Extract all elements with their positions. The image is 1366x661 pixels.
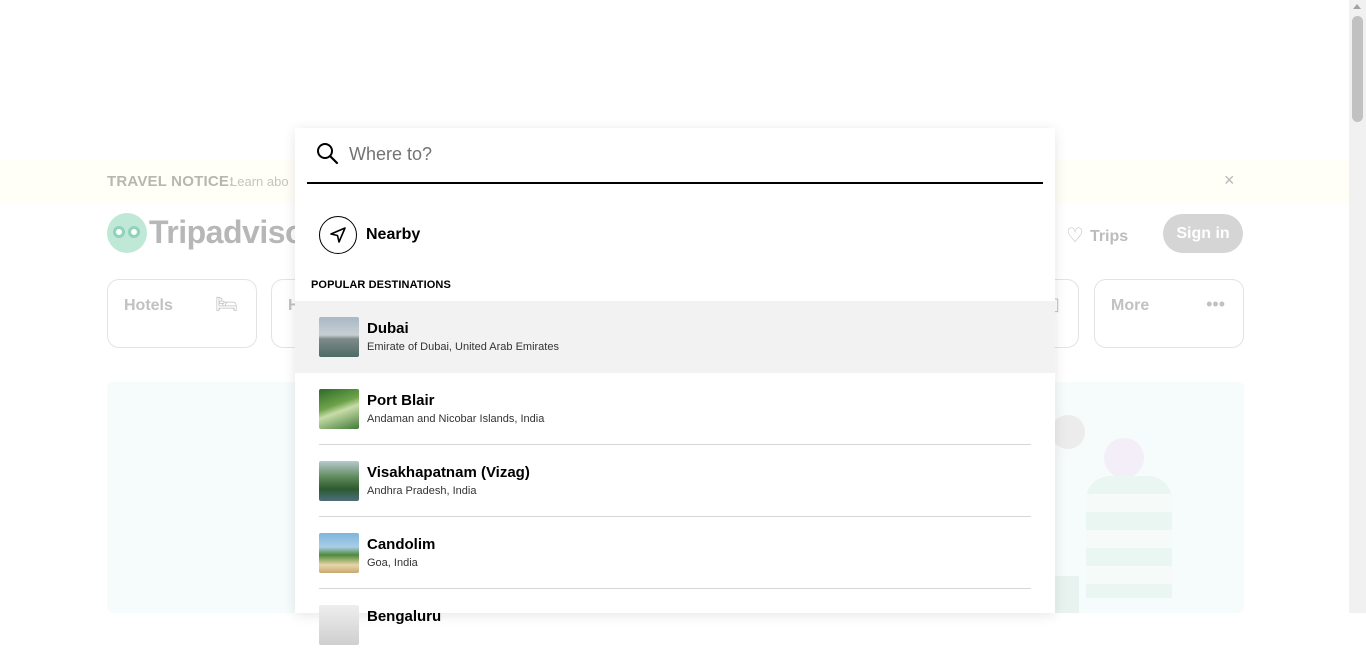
search-bar [307,128,1043,184]
search-dropdown: Nearby POPULAR DESTINATIONS Dubai Emirat… [295,128,1055,645]
category-more[interactable]: More ••• [1094,279,1244,348]
illustration-shape [1055,576,1079,613]
destination-item-candolim[interactable]: Candolim Goa, India [295,517,1055,589]
owl-logo-icon [107,213,147,253]
destination-item-dubai[interactable]: Dubai Emirate of Dubai, United Arab Emir… [295,301,1055,373]
destination-name: Port Blair [367,392,435,409]
logo-wordmark: Tripadvisor [149,214,317,250]
destination-item-bengaluru[interactable]: Bengaluru [295,589,1055,661]
destination-region: Andhra Pradesh, India [367,485,477,497]
search-input[interactable] [347,138,1031,170]
destination-name: Candolim [367,536,436,553]
illustration-shape [1051,415,1085,449]
popular-destinations-heading: POPULAR DESTINATIONS [311,279,451,291]
category-hotels[interactable]: Hotels 🛏 [107,279,257,348]
destination-item-port-blair[interactable]: Port Blair Andaman and Nicobar Islands, … [295,373,1055,445]
destination-thumbnail [319,389,359,429]
location-arrow-icon [319,216,357,254]
destination-thumbnail [319,461,359,501]
illustration-shape [1104,438,1144,478]
search-icon [317,143,339,165]
close-icon[interactable]: × [1224,170,1235,191]
illustration-figure [1086,476,1172,598]
nearby-label: Nearby [366,226,421,243]
notice-label: TRAVEL NOTICE: [107,173,235,190]
destination-list: Dubai Emirate of Dubai, United Arab Emir… [295,301,1055,661]
scroll-up-arrow-icon[interactable] [1353,4,1361,9]
bed-icon: 🛏 [215,294,238,314]
nearby-option[interactable]: Nearby [319,215,420,255]
destination-name: Dubai [367,320,409,337]
destination-region: Goa, India [367,557,418,569]
destination-thumbnail [319,317,359,357]
destination-region: Emirate of Dubai, United Arab Emirates [367,341,559,353]
heart-icon: ♡ [1066,225,1084,247]
page-scrollbar[interactable] [1349,0,1366,613]
destination-item-visakhapatnam[interactable]: Visakhapatnam (Vizag) Andhra Pradesh, In… [295,445,1055,517]
trips-link[interactable]: ♡ Trips [1066,222,1128,247]
category-label: More [1111,297,1150,314]
destination-thumbnail [319,533,359,573]
destination-name: Visakhapatnam (Vizag) [367,464,530,481]
destination-thumbnail [319,605,359,645]
more-icon: ••• [1206,294,1225,314]
destination-name: Bengaluru [367,608,442,625]
scrollbar-thumb[interactable] [1352,16,1363,122]
destination-region: Andaman and Nicobar Islands, India [367,413,545,425]
trips-label: Trips [1089,228,1129,245]
notice-link[interactable]: Learn abo [230,174,289,189]
sign-in-button[interactable]: Sign in [1163,214,1243,253]
category-label: Hotels [124,297,173,314]
